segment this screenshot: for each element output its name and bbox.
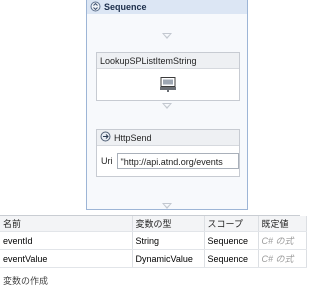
sequence-title: Sequence [104,1,147,12]
http-send-activity-header[interactable]: HttpSend [97,130,239,146]
variable-name-cell[interactable]: eventId [0,231,133,250]
create-variable-link[interactable]: 変数の作成 [3,274,48,287]
lookup-activity-header[interactable]: LookupSPListItemString [97,53,239,69]
http-send-activity-title: HttpSend [114,132,152,143]
variable-name-cell[interactable]: eventValue [0,249,133,268]
variables-header-row: 名前 変数の型 スコープ 既定値 [0,216,307,232]
drop-target-arrow-icon[interactable] [162,203,172,209]
variables-panel: 名前 変数の型 スコープ 既定値 eventId String Sequence… [0,215,307,287]
drop-target-arrow-icon[interactable] [162,103,172,109]
column-header-type[interactable]: 変数の型 [132,216,205,232]
http-send-activity[interactable]: HttpSend Uri "http://api.atnd.org/events [96,129,240,177]
variable-default-cell[interactable]: C# の式 [258,249,307,268]
http-send-icon [100,131,111,144]
variable-default-cell[interactable]: C# の式 [258,231,307,250]
lookup-activity-icon [159,76,177,95]
sequence-icon [90,1,101,14]
lookup-activity-title: LookupSPListItemString [100,55,197,66]
variable-scope-cell[interactable]: Sequence [204,249,259,268]
variable-scope-cell[interactable]: Sequence [204,231,259,250]
sequence-header[interactable]: Sequence [87,0,247,14]
uri-input[interactable]: "http://api.atnd.org/events [116,153,239,169]
column-header-scope[interactable]: スコープ [204,216,259,232]
sequence-container[interactable]: Sequence LookupSPListItemString HttpSend… [86,0,248,210]
drop-target-arrow-icon[interactable] [162,33,172,39]
column-header-default[interactable]: 既定値 [258,216,307,232]
lookup-activity-body [97,69,239,100]
http-send-activity-body: Uri "http://api.atnd.org/events [97,146,239,176]
uri-label: Uri [101,156,113,166]
variables-table: 名前 変数の型 スコープ 既定値 eventId String Sequence… [0,216,307,268]
table-row[interactable]: eventId String Sequence C# の式 [0,231,307,250]
column-header-name[interactable]: 名前 [0,216,133,232]
lookup-activity[interactable]: LookupSPListItemString [96,52,240,101]
variable-type-cell[interactable]: String [132,231,205,250]
variable-type-cell[interactable]: DynamicValue [132,249,205,268]
table-row[interactable]: eventValue DynamicValue Sequence C# の式 [0,249,307,268]
